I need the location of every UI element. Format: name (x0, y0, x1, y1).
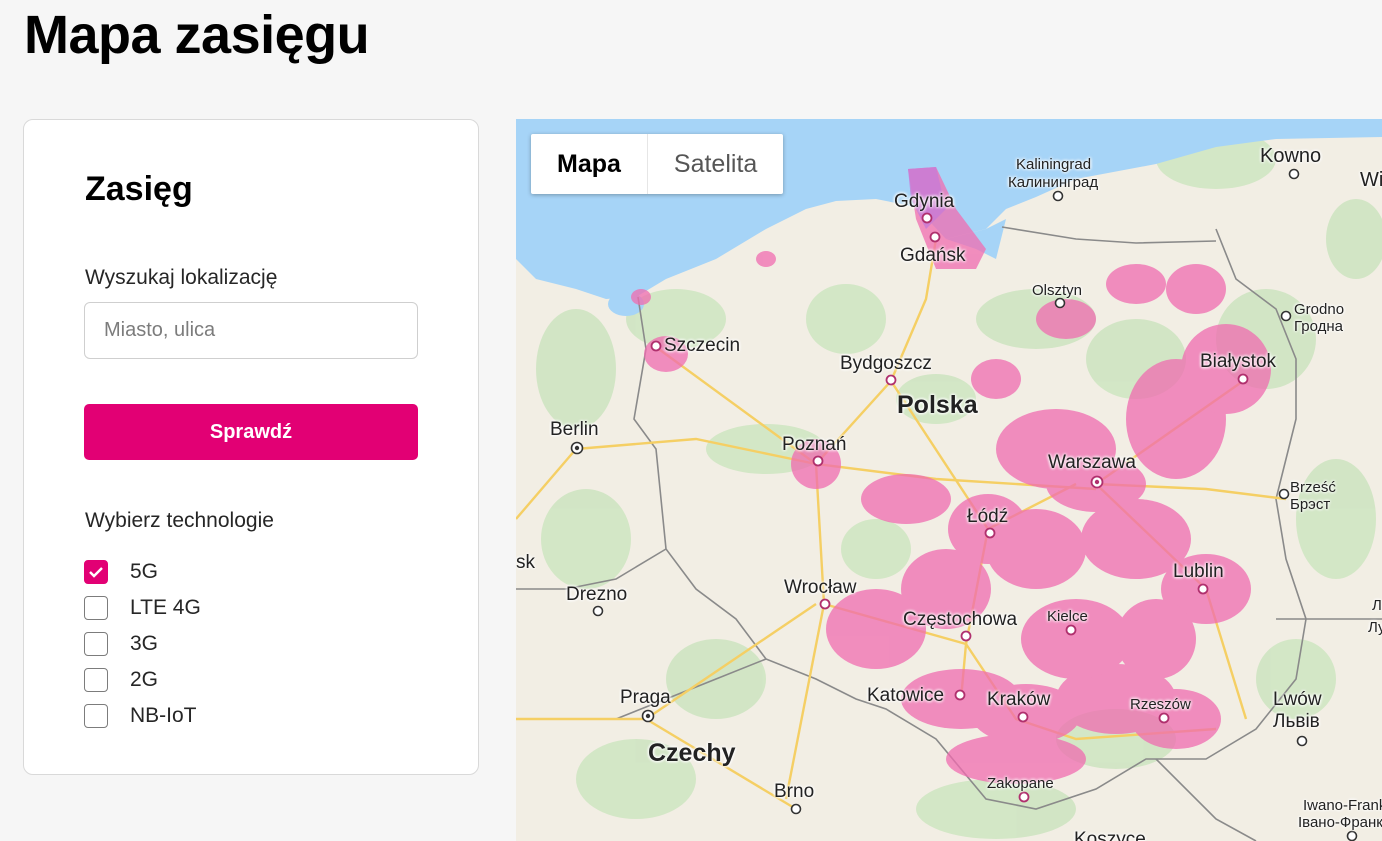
check-coverage-button[interactable]: Sprawdź (84, 404, 418, 460)
label-bydgoszcz: Bydgoszcz (840, 353, 932, 374)
label-lwow-ua: Львів (1273, 711, 1320, 732)
checkbox-5g[interactable] (84, 560, 108, 584)
tech-label-nbiot: NB-IoT (130, 704, 197, 727)
tech-option-3g[interactable]: 3G (84, 626, 201, 662)
label-wroclaw: Wrocław (784, 577, 857, 598)
label-warszawa: Warszawa (1048, 452, 1136, 473)
check-icon (89, 567, 103, 578)
coverage-panel: Zasięg Wyszukaj lokalizację Sprawdź Wybi… (23, 119, 479, 775)
map-type-toggle: Mapa Satelita (531, 134, 784, 194)
checkbox-2g[interactable] (84, 668, 108, 692)
checkbox-lte[interactable] (84, 596, 108, 620)
label-l-cut: Л (1372, 597, 1382, 614)
page-title: Mapa zasięgu (24, 5, 370, 65)
label-czestochowa: Częstochowa (903, 609, 1018, 630)
label-kaliningrad-ru: Калининград (1008, 174, 1099, 191)
tech-option-nbiot[interactable]: NB-IoT (84, 698, 201, 734)
label-wi: Wi (1360, 169, 1382, 191)
label-iwano: Iwano-Franki (1303, 797, 1382, 814)
panel-title: Zasięg (85, 170, 193, 208)
label-bialystok: Białystok (1200, 351, 1277, 372)
tech-label-5g: 5G (130, 560, 159, 583)
checkbox-nbiot[interactable] (84, 704, 108, 728)
technology-label: Wybierz technologie (85, 509, 274, 532)
label-lublin: Lublin (1173, 561, 1224, 582)
label-praga: Praga (620, 687, 671, 708)
technology-list: 5G LTE 4G 3G 2G NB-IoT (84, 554, 201, 734)
label-brno: Brno (774, 781, 815, 802)
tech-option-lte[interactable]: LTE 4G (84, 590, 201, 626)
label-brzesc-by: Брэст (1290, 496, 1331, 513)
tech-label-lte: LTE 4G (130, 596, 201, 619)
label-lodz: Łódź (967, 506, 1009, 527)
label-sk: sk (516, 552, 535, 573)
search-label: Wyszukaj lokalizację (85, 266, 278, 289)
tech-label-3g: 3G (130, 632, 159, 655)
map-canvas[interactable] (516, 119, 1382, 841)
label-iwano-ua: Івано-Франкі (1298, 814, 1382, 831)
tech-label-2g: 2G (130, 668, 159, 691)
label-zakopane: Zakopane (987, 775, 1054, 792)
tech-option-5g[interactable]: 5G (84, 554, 201, 590)
label-gdansk: Gdańsk (900, 245, 966, 266)
label-olsztyn: Olsztyn (1032, 282, 1083, 299)
coverage-map[interactable]: Mapa Satelita Kowno Wi Kaliningrad Калин… (516, 119, 1382, 841)
checkbox-3g[interactable] (84, 632, 108, 656)
label-grodno-by: Гродна (1294, 318, 1344, 335)
satellite-view-button[interactable]: Satelita (648, 134, 783, 194)
label-szczecin: Szczecin (664, 335, 741, 356)
label-czechy: Czechy (648, 739, 736, 767)
map-view-button[interactable]: Mapa (531, 134, 648, 194)
label-kowno: Kowno (1260, 145, 1322, 167)
label-krakow: Kraków (987, 689, 1051, 710)
label-katowice: Katowice (867, 685, 945, 706)
label-gdynia: Gdynia (894, 191, 955, 212)
label-kaliningrad: Kaliningrad (1016, 156, 1092, 173)
label-poznan: Poznań (782, 434, 847, 455)
label-polska: Polska (897, 391, 978, 419)
label-rzeszow: Rzeszów (1130, 696, 1191, 713)
label-lu-cut: Лу (1368, 619, 1382, 636)
label-berlin: Berlin (550, 419, 599, 440)
tech-option-2g[interactable]: 2G (84, 662, 201, 698)
label-kielce: Kielce (1047, 608, 1088, 625)
label-lwow: Lwów (1273, 689, 1322, 710)
label-brzesc: Brześć (1290, 479, 1336, 496)
label-drezno: Drezno (566, 584, 628, 605)
label-grodno: Grodno (1294, 301, 1345, 318)
location-search-input[interactable] (84, 302, 418, 359)
label-koszyce: Koszyce (1074, 829, 1146, 841)
